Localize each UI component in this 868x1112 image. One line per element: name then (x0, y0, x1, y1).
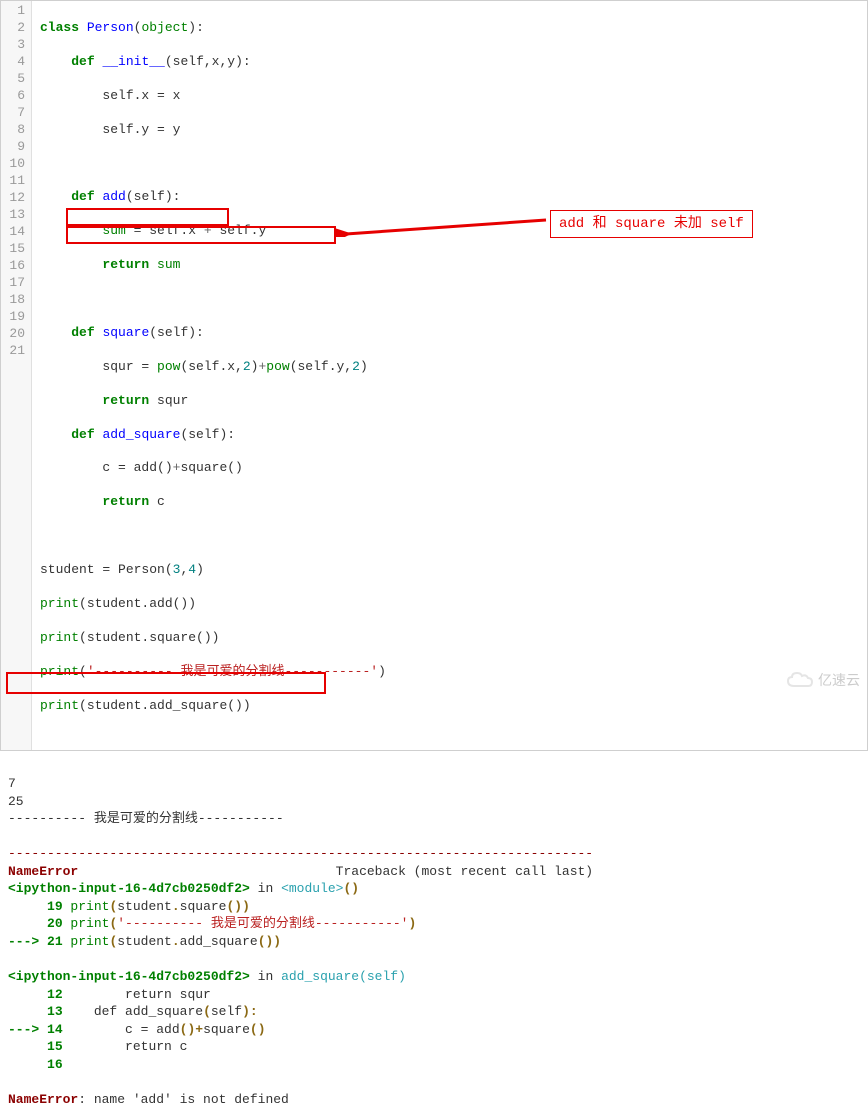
watermark-text: 亿速云 (818, 671, 860, 689)
traceback-separator: ----------------------------------------… (8, 846, 593, 861)
lineno: 13 (3, 207, 25, 224)
code-line-5[interactable] (40, 155, 859, 172)
code-line-15[interactable]: return c (40, 494, 859, 511)
code-line-4[interactable]: self.y = y (40, 122, 859, 139)
annotation-arrow-icon (336, 207, 551, 237)
code-body[interactable]: class Person(object): def __init__(self,… (31, 1, 867, 750)
annotation-box: add 和 square 未加 self (550, 210, 753, 238)
code-line-6[interactable]: def add(self): (40, 189, 859, 206)
lineno: 3 (3, 37, 25, 54)
watermark: 亿速云 (786, 670, 860, 690)
lineno: 6 (3, 88, 25, 105)
traceback-func: add_square (281, 969, 359, 984)
cloud-icon (786, 670, 814, 690)
traceback-file: <ipython-input-16-4d7cb0250df2> (8, 969, 250, 984)
lineno: 21 (3, 343, 25, 360)
code-line-2[interactable]: def __init__(self,x,y): (40, 54, 859, 71)
lineno: 16 (3, 258, 25, 275)
lineno: 5 (3, 71, 25, 88)
line-number-gutter: 1 2 3 4 5 6 7 8 9 10 11 12 13 14 15 16 1… (1, 1, 31, 750)
lineno: 9 (3, 139, 25, 156)
lineno: 11 (3, 173, 25, 190)
final-error-name: NameError (8, 1092, 78, 1107)
code-line-19[interactable]: print(student.square()) (40, 630, 859, 647)
traceback-header: Traceback (most recent call last) (78, 864, 593, 879)
highlight-name-error (6, 672, 326, 694)
lineno: 10 (3, 156, 25, 173)
lineno: 4 (3, 54, 25, 71)
highlight-def-add-square (66, 208, 229, 226)
highlight-c-eq-add-square (66, 226, 336, 244)
code-line-18[interactable]: print(student.add()) (40, 596, 859, 613)
lineno: 1 (3, 3, 25, 20)
code-line-16[interactable] (40, 528, 859, 545)
code-line-9[interactable] (40, 291, 859, 308)
lineno: 18 (3, 292, 25, 309)
code-line-1[interactable]: class Person(object): (40, 20, 859, 37)
code-line-8[interactable]: return sum (40, 257, 859, 274)
code-line-14[interactable]: c = add()+square() (40, 460, 859, 477)
lineno: 8 (3, 122, 25, 139)
error-name: NameError (8, 864, 78, 879)
lineno: 2 (3, 20, 25, 37)
code-line-12[interactable]: return squr (40, 393, 859, 410)
traceback-module: <module> (281, 881, 343, 896)
output-line: ---------- 我是可爱的分割线----------- (8, 811, 284, 826)
final-error-message: : name 'add' is not defined (78, 1092, 289, 1107)
lineno: 14 (3, 224, 25, 241)
code-line-21[interactable]: print(student.add_square()) (40, 698, 859, 715)
code-line-11[interactable]: squr = pow(self.x,2)+pow(self.y,2) (40, 359, 859, 376)
lineno: 19 (3, 309, 25, 326)
code-line-17[interactable]: student = Person(3,4) (40, 562, 859, 579)
code-line-10[interactable]: def square(self): (40, 325, 859, 342)
output-area: 7 25 ---------- 我是可爱的分割线----------- ----… (0, 751, 868, 1112)
output-line: 7 (8, 776, 16, 791)
lineno: 12 (3, 190, 25, 207)
traceback-file: <ipython-input-16-4d7cb0250df2> (8, 881, 250, 896)
lineno: 17 (3, 275, 25, 292)
annotation-text: add 和 square 未加 self (559, 216, 744, 232)
lineno: 15 (3, 241, 25, 258)
code-line-13[interactable]: def add_square(self): (40, 427, 859, 444)
lineno: 20 (3, 326, 25, 343)
lineno: 7 (3, 105, 25, 122)
code-line-3[interactable]: self.x = x (40, 88, 859, 105)
output-line: 25 (8, 794, 24, 809)
code-editor: 1 2 3 4 5 6 7 8 9 10 11 12 13 14 15 16 1… (0, 0, 868, 751)
